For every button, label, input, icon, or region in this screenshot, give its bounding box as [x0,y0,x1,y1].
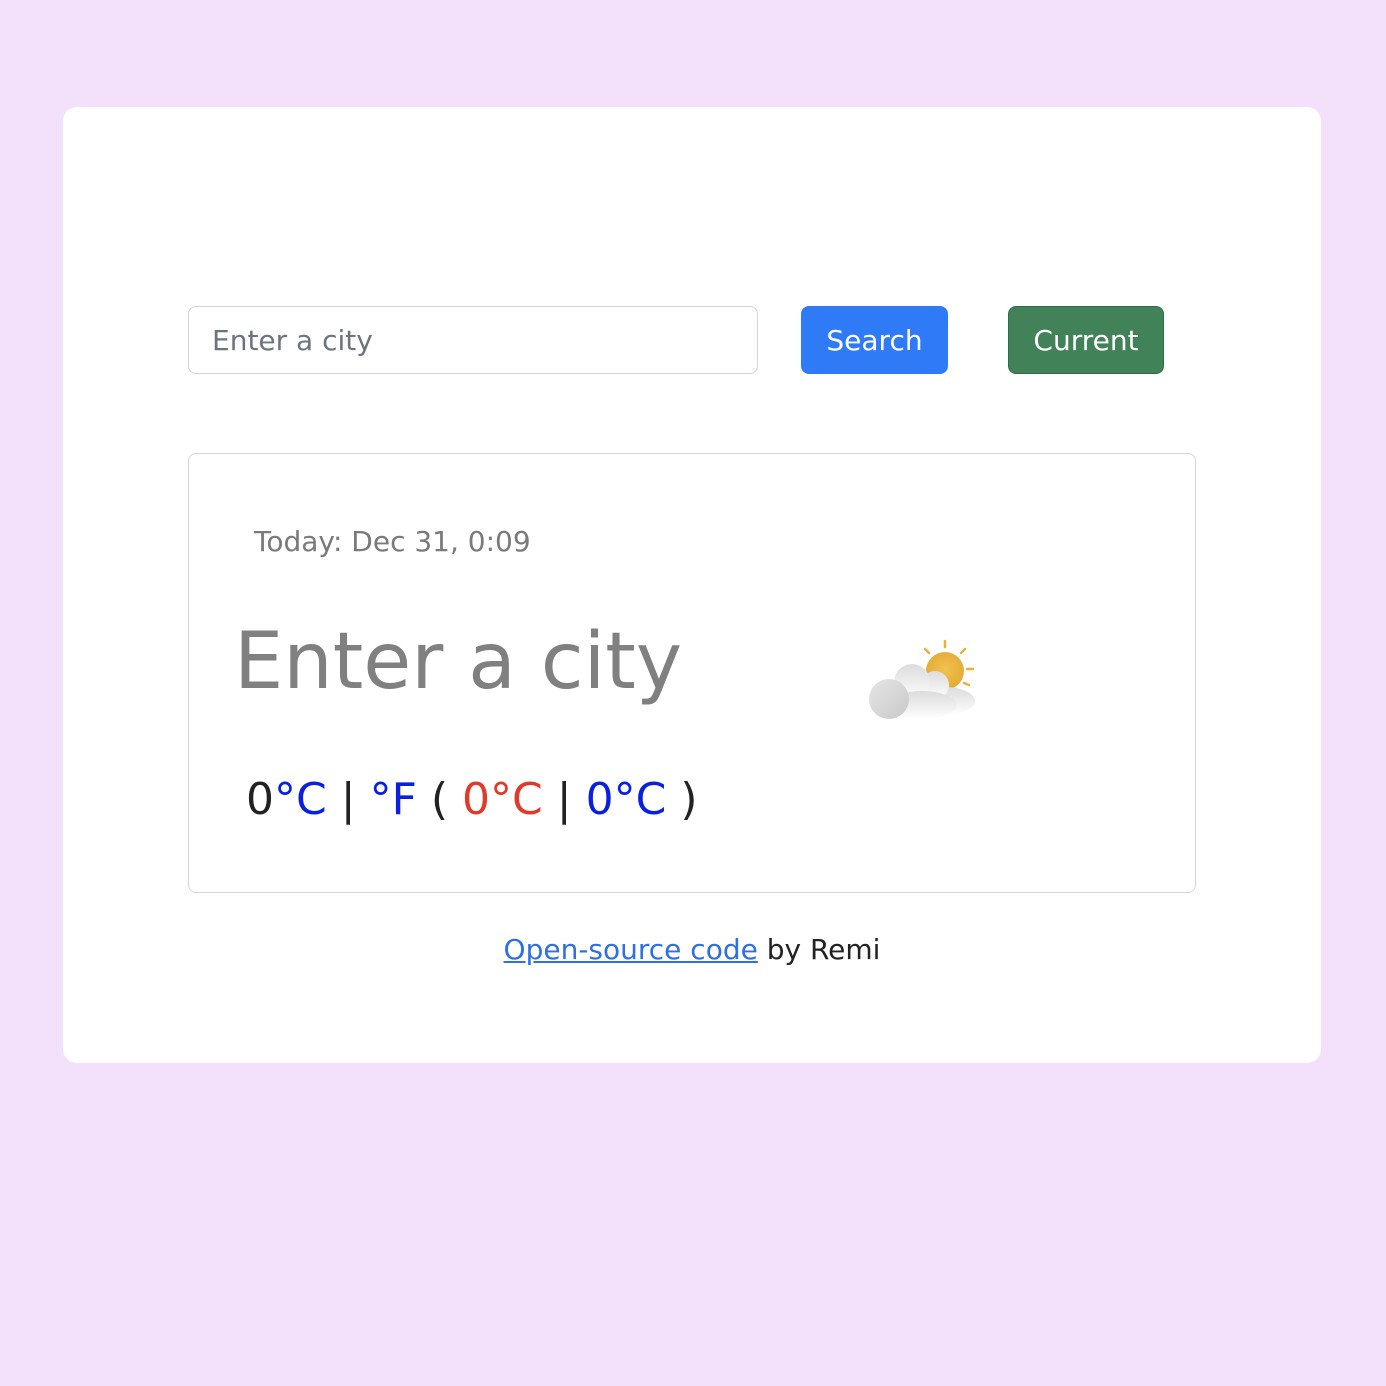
max-temperature: 0°C [462,774,543,825]
min-temperature: 0°C [585,774,667,825]
temperature-value: 0 [246,774,274,825]
current-date: Today: Dec 31, 0:09 [254,525,531,558]
partly-cloudy-icon [869,639,975,719]
celsius-unit-link[interactable]: °C [274,774,327,825]
main-container: Search Current Today: Dec 31, 0:09 Enter… [63,107,1321,1063]
open-source-link[interactable]: Open-source code [504,933,758,966]
search-button[interactable]: Search [801,306,948,374]
open-paren: ( [430,774,449,825]
range-separator: | [556,774,572,825]
city-name: Enter a city [234,617,683,707]
close-paren: ) [680,774,698,825]
weather-card: Today: Dec 31, 0:09 Enter a city 0°C | °… [188,453,1196,893]
fahrenheit-unit-link[interactable]: °F [370,774,417,825]
unit-separator: | [340,774,356,825]
current-location-button[interactable]: Current [1008,306,1164,374]
today-label: Today: [254,525,343,558]
city-search-input[interactable] [188,306,758,374]
footer-credit: by Remi [766,933,881,966]
date-time: Dec 31, 0:09 [351,525,531,558]
footer: Open-source code by Remi [63,933,1321,966]
temperature-row: 0°C | °F ( 0°C | 0°C ) [246,774,697,825]
